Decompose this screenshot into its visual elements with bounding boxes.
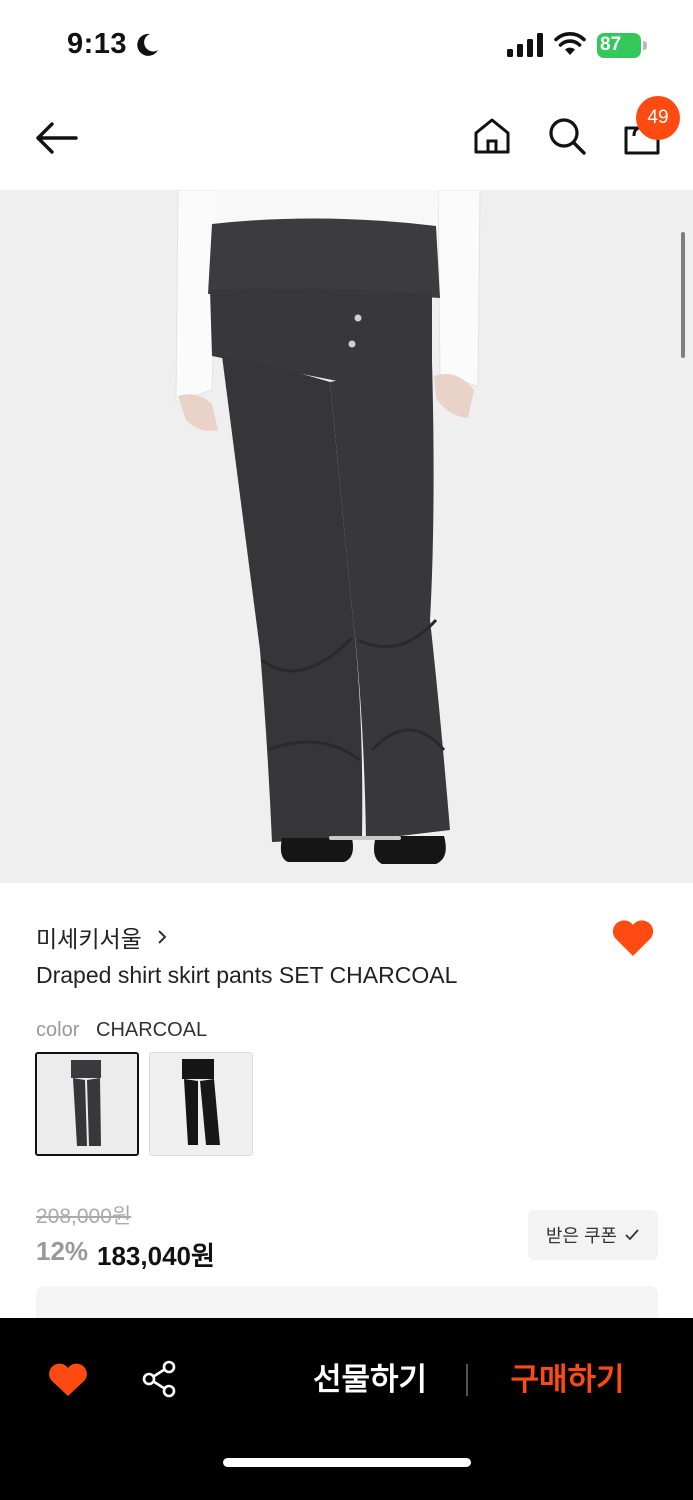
buy-button[interactable]: 구매하기 [490, 1360, 645, 1400]
wifi-icon [554, 32, 586, 55]
heart-icon[interactable] [48, 1362, 88, 1398]
moon-icon [137, 33, 158, 56]
coupon-button[interactable]: 받은 쿠폰 [528, 1210, 658, 1260]
image-scrollbar[interactable] [681, 232, 685, 358]
color-swatch-option[interactable] [149, 1052, 253, 1156]
image-page-indicator [329, 836, 401, 840]
bottom-action-bar: 선물하기 구매하기 [0, 1318, 693, 1500]
coupon-label: 받은 쿠폰 [545, 1226, 618, 1246]
product-name: Draped shirt skirt pants SET CHARCOAL [36, 962, 458, 988]
color-label: color [36, 1019, 80, 1041]
swatch-photo [150, 1053, 252, 1155]
model-photo [0, 190, 693, 883]
brand-link[interactable]: 미세키서울 [36, 920, 170, 954]
status-time: 9:13 [67, 28, 128, 60]
home-indicator [223, 1458, 471, 1467]
back-arrow-icon[interactable] [34, 120, 80, 156]
divider [466, 1364, 468, 1396]
product-image[interactable] [0, 190, 693, 883]
swatch-photo [37, 1054, 137, 1154]
heart-icon[interactable] [611, 918, 655, 958]
color-swatch-selected[interactable] [35, 1052, 139, 1156]
status-bar: 9:13 87 [0, 0, 693, 90]
color-value: CHARCOAL [96, 1019, 208, 1041]
check-icon [625, 1229, 639, 1241]
signal-icon [507, 33, 543, 57]
share-icon[interactable] [140, 1360, 178, 1398]
cart-count-badge: 49 [636, 96, 680, 140]
top-navigation: 49 [0, 90, 693, 190]
original-price: 208,000원 [36, 1205, 132, 1228]
discount-rate: 12% [36, 1236, 89, 1266]
battery-level: 87 [600, 34, 622, 55]
search-icon[interactable] [547, 116, 587, 156]
brand-name: 미세키서울 [36, 926, 142, 952]
home-icon[interactable] [472, 116, 512, 156]
chevron-right-icon [158, 930, 167, 944]
sale-price: 183,040원 [97, 1241, 215, 1271]
gift-button[interactable]: 선물하기 [290, 1360, 450, 1400]
battery-indicator: 87 [597, 33, 647, 58]
